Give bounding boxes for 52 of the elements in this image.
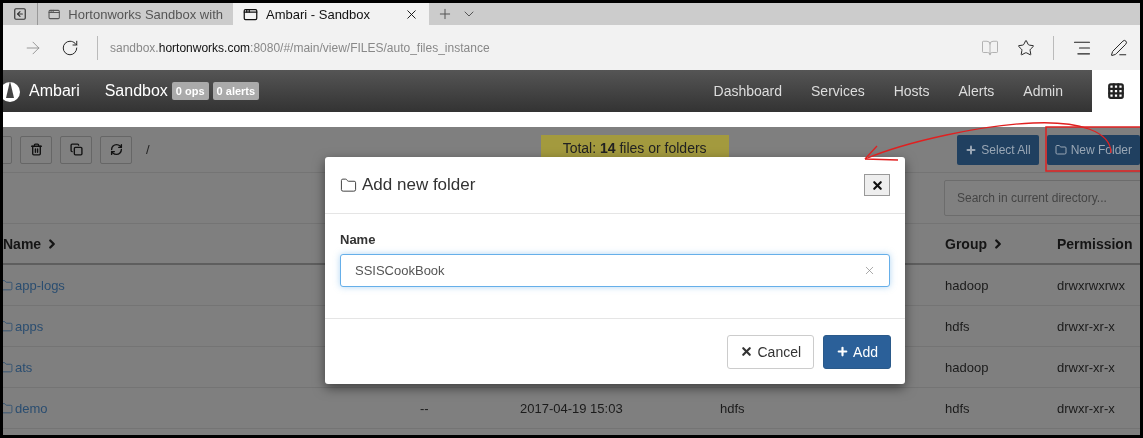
- nav-link[interactable]: Services: [811, 83, 865, 99]
- nav-link[interactable]: Admin: [1023, 83, 1063, 99]
- star-icon[interactable]: [1017, 38, 1035, 57]
- breadcrumb[interactable]: /: [146, 142, 150, 157]
- brand-name[interactable]: Ambari: [29, 82, 80, 100]
- refresh-icon: [109, 143, 123, 156]
- table-cell: hdfs: [720, 400, 745, 416]
- dialog-title: Add new folder: [340, 175, 476, 195]
- plus-icon: [965, 143, 978, 156]
- apps-grid-button[interactable]: [1092, 70, 1140, 112]
- nav-link[interactable]: Hosts: [893, 83, 930, 99]
- table-cell: drwxr-xr-x: [1057, 359, 1115, 375]
- add-button[interactable]: Add: [823, 334, 891, 369]
- trash-icon: [29, 143, 43, 156]
- close-icon: [740, 345, 754, 358]
- table-cell: hadoop: [945, 359, 989, 375]
- page-icon: [243, 6, 258, 22]
- folder-icon: [3, 360, 13, 374]
- close-icon: [870, 178, 884, 192]
- table-cell: hdfs: [945, 318, 970, 334]
- table-cell: drwxr-xr-x: [1057, 318, 1115, 334]
- grid-icon: [1107, 82, 1125, 100]
- table-cell: hdfs: [945, 400, 970, 416]
- folder-icon: [340, 176, 357, 194]
- name-field[interactable]: SSISCookBook: [340, 254, 890, 287]
- table-cell: --: [420, 400, 429, 416]
- delete-button[interactable]: [20, 135, 52, 164]
- select-all-button[interactable]: Select All: [957, 134, 1039, 165]
- refresh-button[interactable]: [100, 135, 132, 164]
- cluster-name[interactable]: Sandbox: [104, 82, 168, 100]
- nav-link[interactable]: Alerts: [958, 83, 995, 99]
- search-field[interactable]: Search in current directory...: [944, 180, 1140, 216]
- folder-icon: [1054, 143, 1067, 156]
- pen-icon[interactable]: [1110, 38, 1128, 57]
- folder-icon: [3, 278, 13, 292]
- close-button[interactable]: [864, 174, 890, 196]
- browser-tab[interactable]: Ambari - Sandbox: [233, 3, 429, 25]
- folder-icon: [3, 401, 13, 415]
- copy-icon: [69, 143, 83, 156]
- nav-link[interactable]: Dashboard: [713, 83, 783, 99]
- copy-button[interactable]: [60, 135, 92, 164]
- table-cell: drwxrwxrwx: [1057, 277, 1125, 293]
- table-cell: drwxr-xr-x: [1057, 400, 1115, 416]
- table-cell: hadoop: [945, 277, 989, 293]
- field-label: Name: [340, 232, 377, 247]
- column-header[interactable]: Group: [945, 224, 1057, 265]
- table-cell: 2017-04-19 15:03: [520, 400, 623, 416]
- column-header[interactable]: Permission: [1057, 224, 1140, 265]
- cancel-button[interactable]: Cancel: [727, 334, 815, 369]
- refresh-icon[interactable]: [61, 38, 79, 57]
- folder-icon: [3, 319, 13, 333]
- plus-icon: [836, 345, 850, 358]
